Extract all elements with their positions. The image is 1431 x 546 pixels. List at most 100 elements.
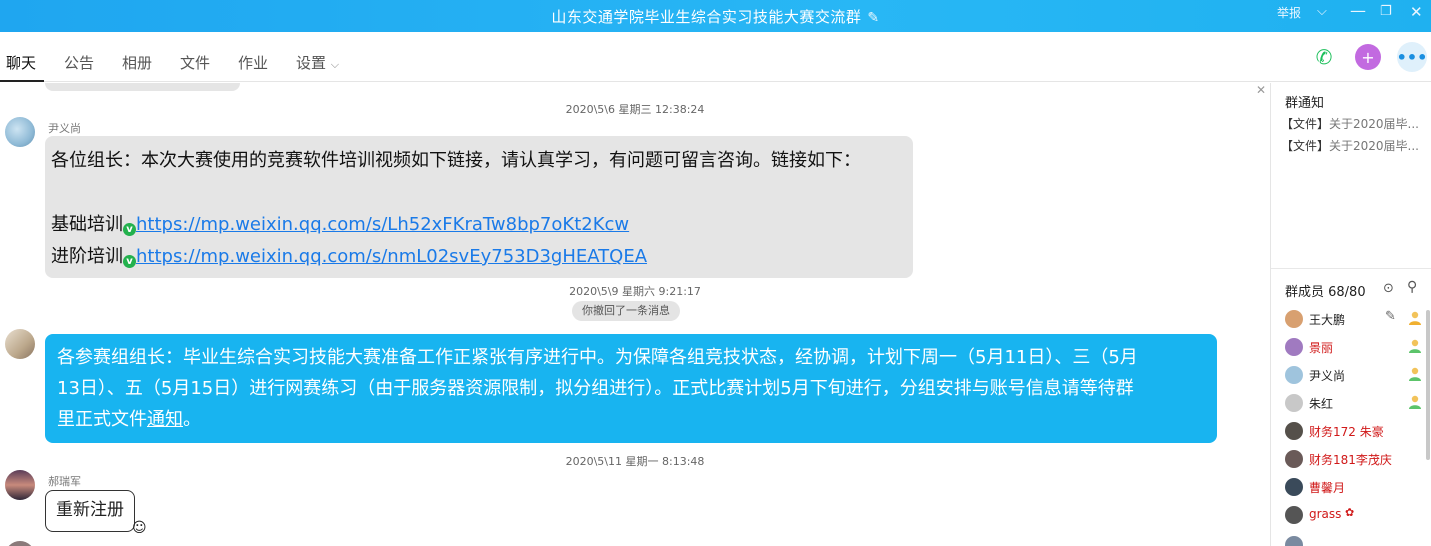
member-scrollbar[interactable] xyxy=(1426,310,1430,460)
admin-badge-icon xyxy=(1407,310,1423,326)
edit-icon[interactable]: ✎ xyxy=(1385,309,1396,324)
tab-settings-label: 设置 xyxy=(296,54,327,72)
message-text: 13日）、五（5月15日）进行网赛练习（由于服务器资源限制，拟分组进行）。正式比… xyxy=(57,378,1134,399)
timestamp: 2020\5\11 星期一 8:13:48 xyxy=(565,455,705,468)
timestamp: 2020\5\9 星期六 9:21:17 xyxy=(569,285,701,298)
close-panel-icon[interactable]: ✕ xyxy=(1256,83,1266,97)
active-tab-indicator xyxy=(0,80,44,82)
close-icon[interactable]: ✕ xyxy=(1410,3,1423,21)
member-row[interactable]: 尹义尚 xyxy=(1285,363,1425,385)
member-row[interactable]: 朱红 xyxy=(1285,391,1425,413)
link-line-basic: 基础培训 v https://mp.weixin.qq.com/s/Lh52xFKr… xyxy=(51,209,907,241)
tab-album[interactable]: 相册 xyxy=(122,52,152,73)
message-bubble[interactable]: 各位组长：本次大赛使用的竞赛软件培训视频如下链接，请认真学习，有问题可留言咨询。… xyxy=(45,136,913,278)
notice-tag: 【文件】 xyxy=(1281,117,1330,131)
member-name: 朱红 xyxy=(1309,397,1334,411)
minimize-icon[interactable]: — xyxy=(1350,1,1366,20)
link-label: 进阶培训 xyxy=(51,246,123,267)
link-line-advanced: 进阶培训 v https://mp.weixin.qq.com/s/nmL02svE… xyxy=(51,241,907,273)
message-text: 重新注册 xyxy=(56,500,124,520)
timestamp: 2020\5\6 星期三 12:38:24 xyxy=(565,103,705,116)
advanced-training-link[interactable]: https://mp.weixin.qq.com/s/nmL02svEy753D… xyxy=(136,246,647,267)
admin-badge-icon xyxy=(1407,394,1423,410)
link-label: 基础培训 xyxy=(51,214,123,235)
member-name: 景丽 xyxy=(1309,341,1334,355)
notice-text: 关于2020届毕... xyxy=(1329,117,1419,131)
tab-settings[interactable]: 设置 ⌵ xyxy=(296,52,339,73)
member-name: grass xyxy=(1309,507,1342,521)
notice-link[interactable]: 通知 xyxy=(147,409,183,430)
message-text: 各位组长：本次大赛使用的竞赛软件培训视频如下链接，请认真学习，有问题可留言咨询。… xyxy=(51,150,861,171)
message-text-part: 。 xyxy=(183,409,201,430)
tab-bar: 聊天 公告 相册 文件 作业 设置 ⌵ ✆ + ••• xyxy=(0,32,1431,82)
phone-call-icon[interactable]: ✆ xyxy=(1311,44,1337,70)
message-text: 里正式文件通知。 xyxy=(57,404,1205,435)
members-title: 群成员 68/80 xyxy=(1285,285,1366,300)
notice-tag: 【文件】 xyxy=(1281,139,1330,153)
notice-text: 关于2020届毕... xyxy=(1329,139,1419,153)
title-bar: 山东交通学院毕业生综合实习技能大赛交流群 ✎ 举报 ⌵ — ❐ ✕ xyxy=(0,0,1431,32)
member-settings-icon[interactable]: ⊙ xyxy=(1383,281,1394,296)
flower-icon: ✿ xyxy=(1345,506,1355,519)
avatar xyxy=(1285,506,1303,524)
admin-badge-icon xyxy=(1407,338,1423,354)
avatar xyxy=(1285,422,1303,440)
tab-announcements[interactable]: 公告 xyxy=(64,52,94,73)
divider xyxy=(1271,268,1431,269)
previous-message-bubble xyxy=(45,83,240,91)
chat-messages[interactable]: ✕ 2020\5\6 星期三 12:38:24 尹义尚 各位组长：本次大赛使用的… xyxy=(0,83,1270,546)
member-name: 尹义尚 xyxy=(1309,369,1346,383)
avatar xyxy=(1285,338,1303,356)
message-bubble[interactable]: 各参赛组组长：毕业生综合实习技能大赛准备工作正紧张有序进行中。为保障各组竞技状态… xyxy=(45,334,1217,443)
avatar xyxy=(1285,536,1303,546)
emoji-sticker-icon: ☺ xyxy=(132,520,147,536)
window-title: 山东交通学院毕业生综合实习技能大赛交流群 ✎ xyxy=(0,6,1431,27)
sender-name[interactable]: 郝瑞军 xyxy=(48,473,81,489)
member-name: 财务181李茂庆 xyxy=(1309,453,1392,467)
member-name: 王大鹏 xyxy=(1309,313,1346,327)
avatar xyxy=(1285,310,1303,328)
avatar xyxy=(1285,478,1303,496)
message-text-part: 里正式文件 xyxy=(57,409,147,430)
notice-item[interactable]: 【文件】关于2020届毕... xyxy=(1281,115,1419,132)
verified-icon: v xyxy=(123,223,136,236)
basic-training-link[interactable]: https://mp.weixin.qq.com/s/Lh52xFKraTw8b… xyxy=(136,214,629,235)
message-bubble[interactable]: 重新注册 xyxy=(45,490,135,532)
more-options-icon[interactable]: ••• xyxy=(1397,42,1427,72)
report-link[interactable]: 举报 xyxy=(1277,4,1301,21)
restore-icon[interactable]: ❐ xyxy=(1380,4,1392,19)
avatar[interactable] xyxy=(5,117,35,147)
member-partial xyxy=(1271,535,1431,546)
avatar xyxy=(1285,394,1303,412)
member-row[interactable]: 财务181李茂庆 xyxy=(1285,447,1425,469)
recall-notice: 你撤回了一条消息 xyxy=(572,301,680,321)
notice-title: 群通知 xyxy=(1285,96,1325,111)
member-row[interactable]: 曹馨月 xyxy=(1285,475,1425,497)
sender-name[interactable]: 尹义尚 xyxy=(48,120,81,136)
notice-item[interactable]: 【文件】关于2020届毕... xyxy=(1281,137,1419,154)
message-text: 各参赛组组长：毕业生综合实习技能大赛准备工作正紧张有序进行中。为保障各组竞技状态… xyxy=(57,347,1138,368)
add-app-icon[interactable]: + xyxy=(1355,44,1381,70)
tab-homework[interactable]: 作业 xyxy=(238,52,268,73)
search-icon[interactable]: ⚲ xyxy=(1407,279,1417,295)
member-row[interactable]: grass ✿ xyxy=(1285,503,1425,525)
member-row[interactable]: 财务172 朱豪 xyxy=(1285,419,1425,441)
member-row[interactable]: 景丽 xyxy=(1285,335,1425,357)
group-side-panel: 群通知 【文件】关于2020届毕... 【文件】关于2020届毕... 群成员 … xyxy=(1270,83,1431,546)
chevron-down-icon: ⌵ xyxy=(330,58,340,71)
avatar xyxy=(1285,366,1303,384)
tab-files[interactable]: 文件 xyxy=(180,52,210,73)
member-row[interactable]: 王大鹏 ✎ xyxy=(1285,307,1425,329)
member-name: 财务172 朱豪 xyxy=(1309,425,1384,439)
edit-title-icon[interactable]: ✎ xyxy=(867,10,879,26)
verified-icon: v xyxy=(123,255,136,268)
tab-chat[interactable]: 聊天 xyxy=(6,52,36,73)
avatar[interactable] xyxy=(5,541,35,546)
chevron-down-icon[interactable]: ⌵ xyxy=(1317,4,1327,19)
avatar[interactable] xyxy=(5,329,35,359)
avatar[interactable] xyxy=(5,470,35,500)
avatar xyxy=(1285,450,1303,468)
group-name: 山东交通学院毕业生综合实习技能大赛交流群 xyxy=(551,8,862,26)
member-name: 曹馨月 xyxy=(1309,481,1346,495)
